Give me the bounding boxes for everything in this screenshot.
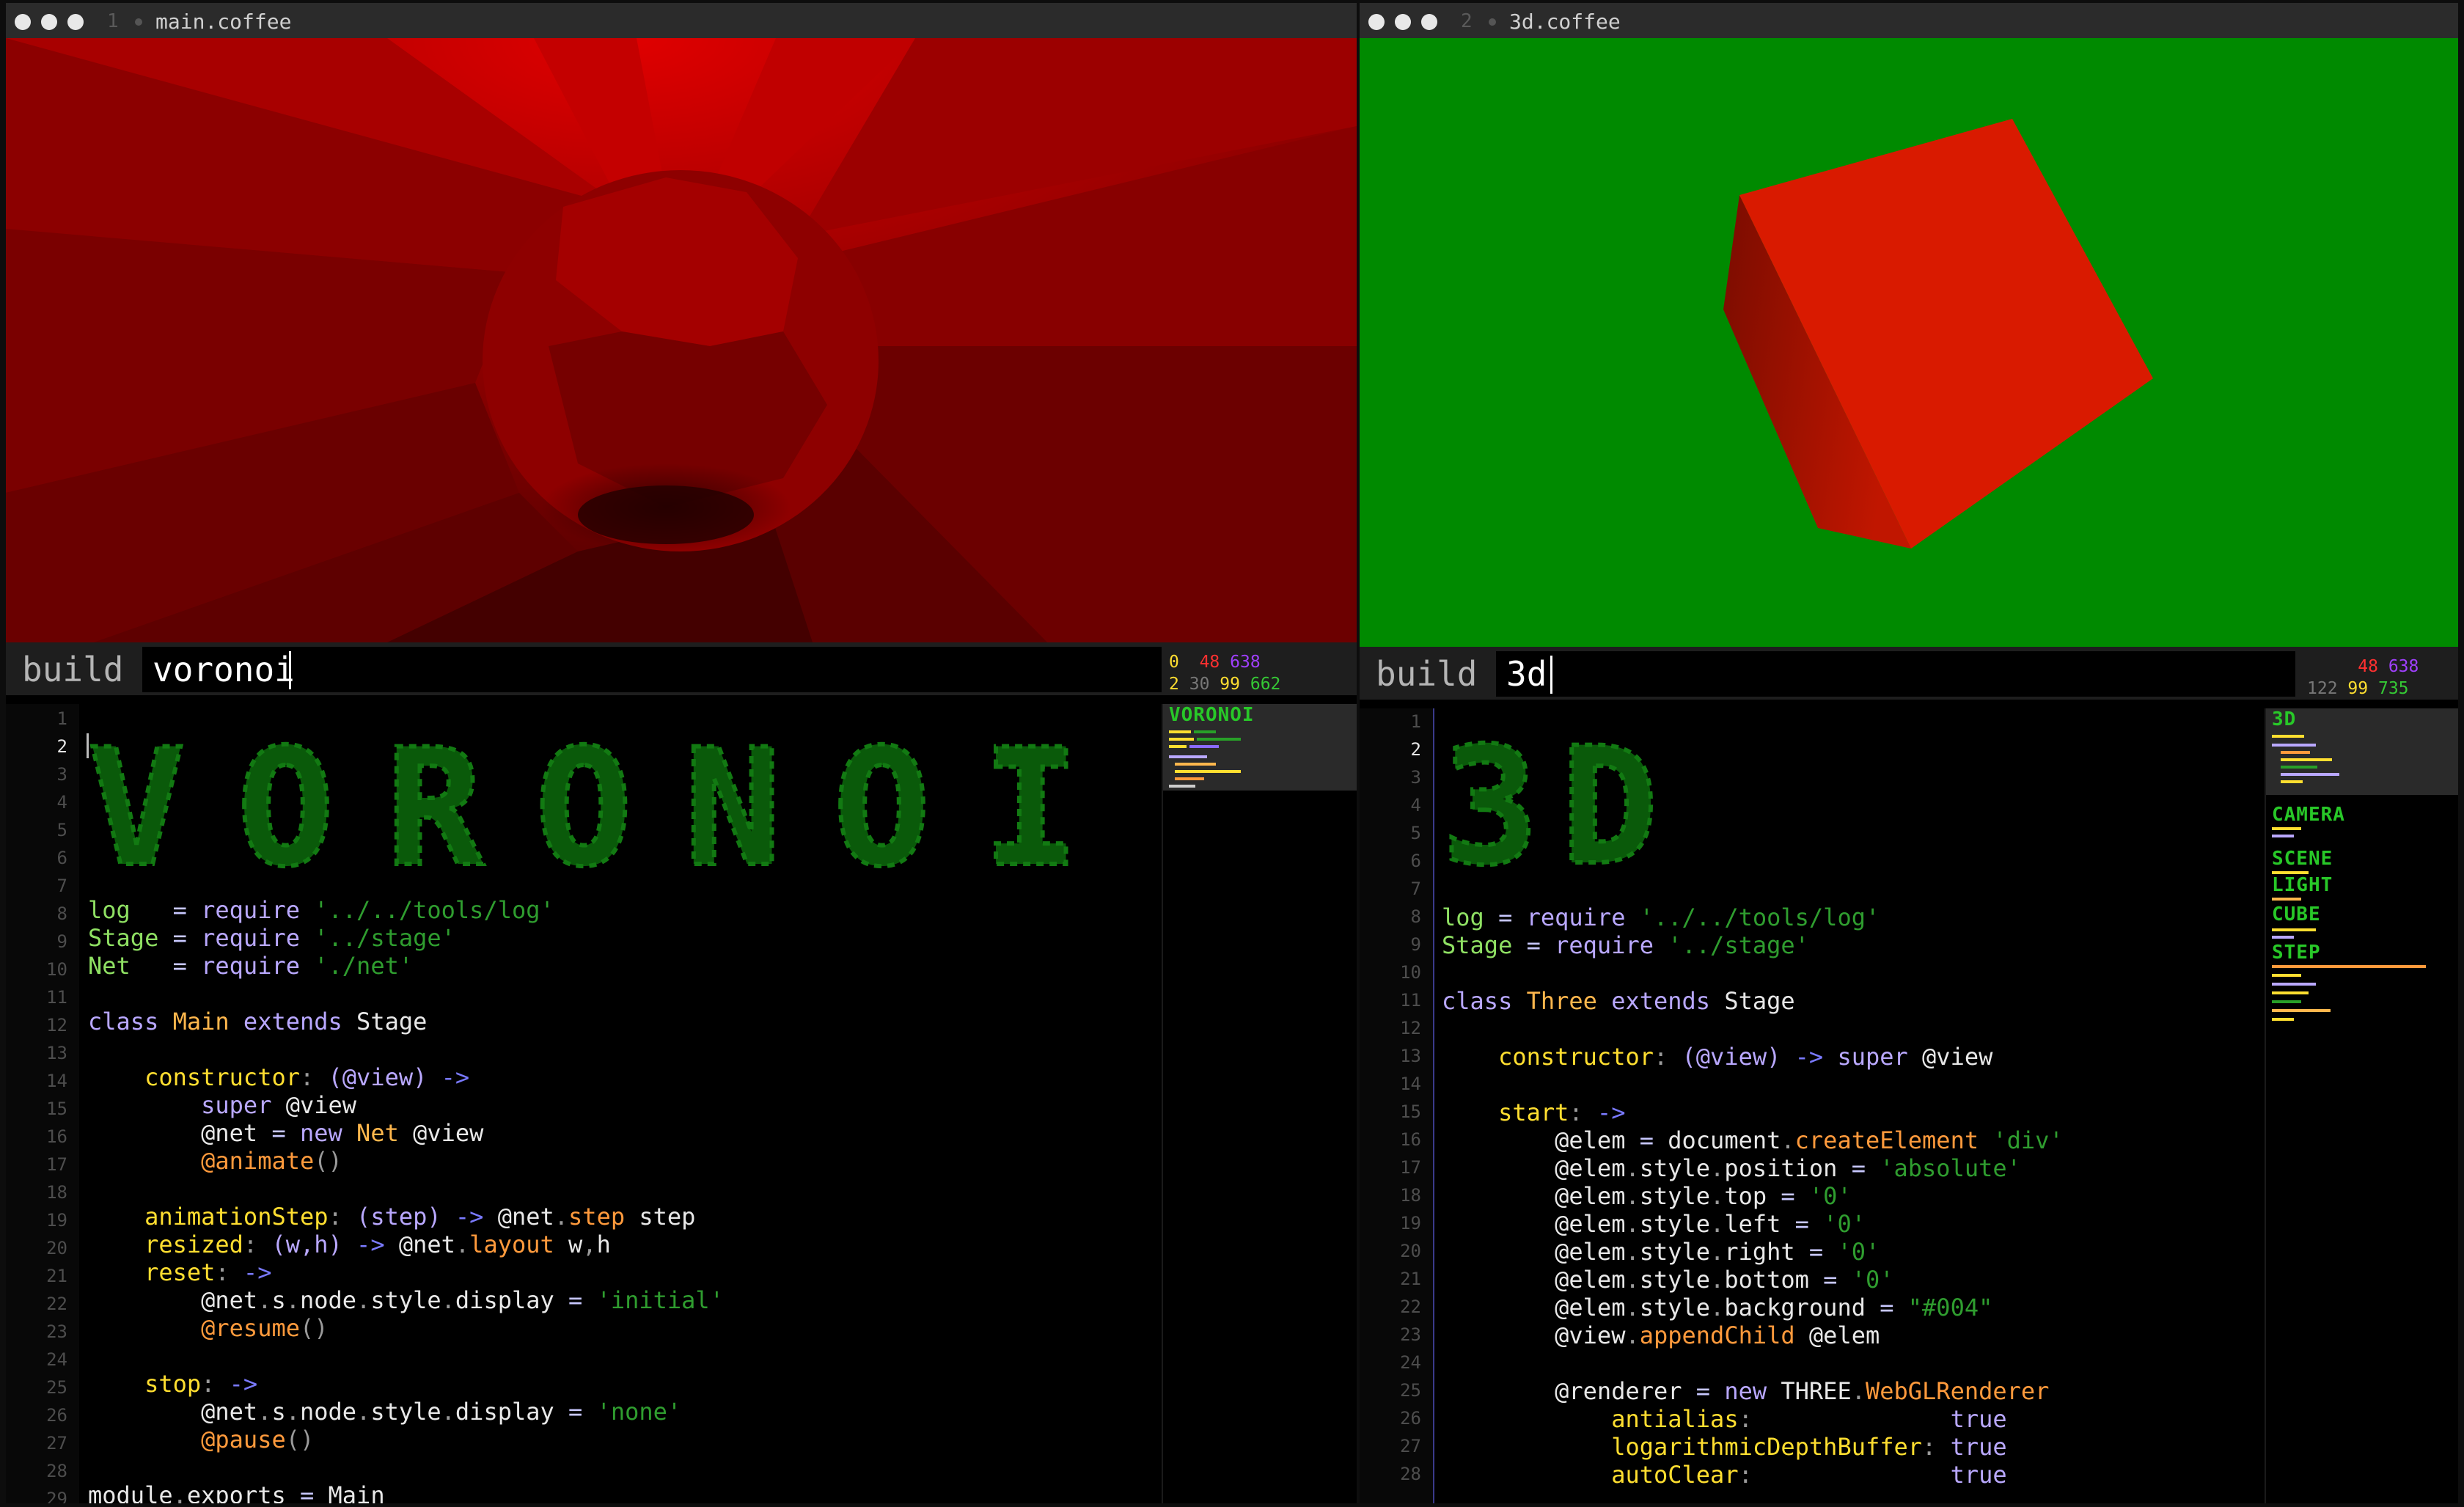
tab-index: 2: [1461, 10, 1473, 32]
render-view-3d[interactable]: [1360, 38, 2458, 647]
line-number-gutter: 1 2 3 4 5 6 7 8 9 10 11 12 13 14 15 16 17 18 19 20 21 22 23 24 2…: [1360, 708, 1434, 1503]
close-window-button[interactable]: [1368, 14, 1385, 30]
minimap-viewport[interactable]: VORONOI: [1163, 704, 1357, 791]
close-window-button[interactable]: [15, 14, 31, 30]
code-editor[interactable]: 1 2 3 4 5 6 7 8 9 10 11 12 13 14 15 16 17 18 19 20 21 22 23 24 2…: [1360, 708, 2458, 1503]
minimize-window-button[interactable]: [41, 14, 57, 30]
minimap[interactable]: VORONOI: [1162, 704, 1357, 1503]
minimize-window-button[interactable]: [1395, 14, 1411, 30]
build-input-value: 3d: [1506, 654, 1547, 694]
text-caret: [1550, 656, 1552, 694]
maximize-window-button[interactable]: [1421, 14, 1437, 30]
minimap-section-3d[interactable]: 3D: [2272, 708, 2296, 730]
voronoi-render: [6, 38, 1357, 642]
build-label: build: [1376, 654, 1478, 694]
cube-render: [1723, 119, 2153, 549]
editor-window-3d: 2 3d.coffee build 3d 48 638 122 99 735 1…: [1360, 3, 2458, 1503]
title-bar: 1 main.coffee: [6, 3, 1357, 38]
editor-window-main: 1 main.coffee build voronoi 0 48 638 2 3…: [6, 3, 1357, 1503]
minimap[interactable]: 3D CAMERA SCENE LIGHT CUBE STEP: [2265, 708, 2458, 1503]
build-input-value: voronoi: [153, 650, 295, 689]
svg-text:VORONOI: VORONOI: [88, 732, 1093, 879]
build-bar: build voronoi 0 48 638 2 30 99 662: [6, 642, 1357, 695]
render-view-voronoi[interactable]: [6, 38, 1357, 642]
minimap-section-light[interactable]: LIGHT: [2272, 874, 2333, 896]
minimap-section-scene[interactable]: SCENE: [2272, 848, 2333, 870]
title-bar: 2 3d.coffee: [1360, 3, 2458, 38]
code-editor[interactable]: 1 2 3 4 5 6 7 8 9 10 11 12 13 14 15 16 17 18 19 20 21 22 23 24 2…: [6, 704, 1357, 1503]
build-bar: build 3d 48 638 122 99 735: [1360, 647, 2458, 700]
unsaved-dot-icon: [135, 18, 142, 26]
text-caret: [289, 651, 291, 689]
build-stats: 48 638 122 99 735: [2307, 657, 2419, 698]
tab-title[interactable]: 3d.coffee: [1509, 10, 1621, 34]
code-text: log = require '../../tools/log' Stage = …: [88, 896, 724, 1503]
maximize-window-button[interactable]: [67, 14, 84, 30]
line-number-gutter: 1 2 3 4 5 6 7 8 9 10 11 12 13 14 15 16 17 18 19 20 21 22 23 24 2…: [6, 704, 79, 1503]
minimap-section-cube[interactable]: CUBE: [2272, 903, 2321, 925]
code-text: log = require '../../tools/log' Stage = …: [1442, 903, 2064, 1489]
banner-3d: 3D: [1442, 730, 1680, 877]
svg-text:3D: 3D: [1442, 730, 1680, 877]
banner-voronoi: VORONOI: [88, 732, 1093, 879]
unsaved-dot-icon: [1489, 18, 1496, 26]
build-stats: 0 48 638 2 30 99 662: [1169, 653, 1281, 694]
minimap-section-step[interactable]: STEP: [2272, 942, 2321, 964]
build-label: build: [22, 650, 124, 689]
build-input[interactable]: 3d: [1496, 651, 2295, 697]
tab-title[interactable]: main.coffee: [155, 10, 291, 34]
build-input[interactable]: voronoi: [142, 647, 1162, 692]
minimap-section-label[interactable]: VORONOI: [1169, 704, 1255, 726]
minimap-section-camera[interactable]: CAMERA: [2272, 804, 2345, 826]
tab-index: 1: [107, 10, 119, 32]
